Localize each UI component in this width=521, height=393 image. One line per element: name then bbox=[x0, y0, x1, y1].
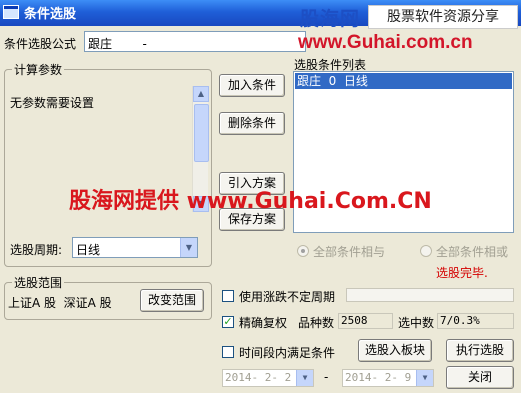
stock-count-value: 2508 bbox=[338, 313, 393, 329]
watermark-logo: 股海网 bbox=[300, 8, 361, 30]
time-range-checkbox[interactable] bbox=[222, 346, 234, 358]
range-text: 上证A 股 深证A 股 bbox=[8, 296, 112, 310]
selected-value: 7/0.3% bbox=[437, 313, 514, 329]
scroll-thumb[interactable] bbox=[194, 104, 209, 162]
scroll-up-icon[interactable]: ▲ bbox=[193, 86, 209, 102]
use-undefined-checkbox[interactable] bbox=[222, 290, 234, 302]
date-from-value: 2014- 2- 2 bbox=[225, 371, 292, 384]
date-separator: - bbox=[324, 370, 329, 384]
delete-condition-button[interactable]: 删除条件 bbox=[219, 112, 285, 135]
params-legend: 计算参数 bbox=[12, 61, 65, 78]
params-text: 无参数需要设置 bbox=[10, 96, 95, 110]
list-item[interactable]: 跟庄 0 日线 bbox=[295, 73, 512, 89]
formula-field[interactable]: 跟庄 - bbox=[84, 31, 306, 52]
chevron-down-icon[interactable]: ▼ bbox=[416, 370, 433, 386]
date-from-field[interactable]: 2014- 2- 2 ▼ bbox=[222, 369, 314, 387]
formula-value: 跟庄 - bbox=[88, 37, 147, 51]
all-or-label: 全部条件相或 bbox=[436, 245, 509, 259]
watermark-url: www.Guhai.com.cn bbox=[298, 32, 473, 53]
progress-bar bbox=[346, 288, 514, 302]
date-to-value: 2014- 2- 9 bbox=[345, 371, 412, 384]
window-icon bbox=[3, 5, 19, 19]
execute-button[interactable]: 执行选股 bbox=[446, 339, 514, 362]
period-label: 选股周期: bbox=[10, 243, 63, 257]
all-and-radio[interactable] bbox=[297, 245, 309, 257]
precise-checkbox[interactable]: ✓ bbox=[222, 316, 234, 328]
period-value: 日线 bbox=[76, 243, 101, 257]
time-range-label: 时间段内满足条件 bbox=[239, 346, 336, 360]
precise-label: 精确复权 bbox=[239, 316, 288, 330]
selected-label: 选中数 bbox=[398, 316, 435, 330]
all-or-radio[interactable] bbox=[420, 245, 432, 257]
use-undefined-label: 使用涨跌不定周期 bbox=[239, 290, 336, 304]
add-condition-button[interactable]: 加入条件 bbox=[219, 74, 285, 97]
watermark-slogan: 股票软件资源分享 bbox=[368, 5, 518, 29]
change-range-button[interactable]: 改变范围 bbox=[140, 289, 204, 312]
chevron-down-icon[interactable]: ▼ bbox=[180, 238, 197, 257]
date-to-field[interactable]: 2014- 2- 9 ▼ bbox=[342, 369, 434, 387]
formula-label: 条件选股公式 bbox=[4, 37, 77, 51]
range-legend: 选股范围 bbox=[12, 274, 65, 291]
all-and-label: 全部条件相与 bbox=[313, 245, 386, 259]
period-select[interactable]: 日线 ▼ bbox=[72, 237, 198, 258]
add-to-block-button[interactable]: 选股入板块 bbox=[358, 339, 432, 362]
status-text: 选股完毕. bbox=[436, 266, 488, 280]
watermark-banner: 股海网提供 www.Guhai.Com.CN bbox=[69, 189, 432, 214]
stock-count-label: 品种数 bbox=[298, 316, 335, 330]
close-button[interactable]: 关闭 bbox=[446, 366, 514, 389]
window-title: 条件选股 bbox=[24, 7, 77, 22]
chevron-down-icon[interactable]: ▼ bbox=[296, 370, 313, 386]
